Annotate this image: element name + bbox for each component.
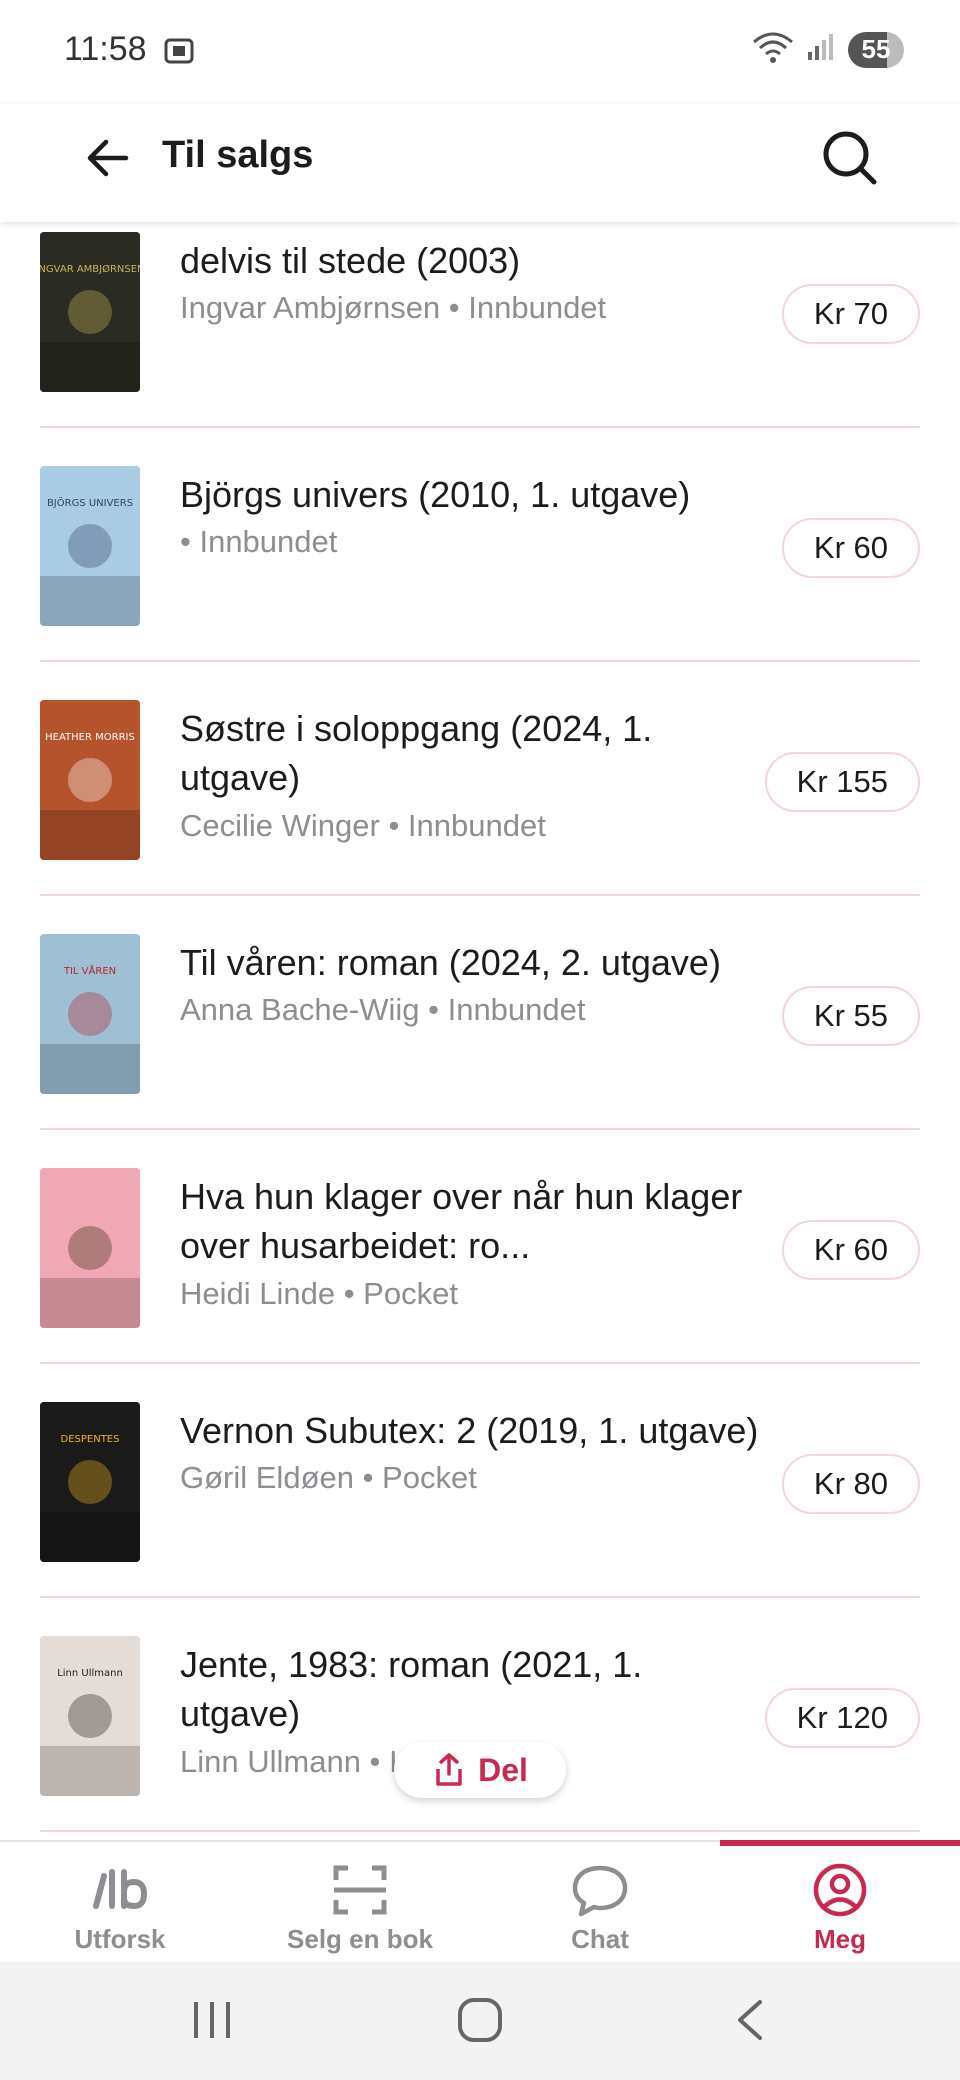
listing-title: Søstre i soloppgang (2024, 1. utgave) — [180, 708, 653, 798]
book-cover-image: DESPENTES — [40, 1402, 140, 1562]
book-cover-image: HEATHER MORRIS — [40, 700, 140, 860]
listing-title: Björgs univers (2010, 1. utgave) — [180, 474, 691, 515]
battery-indicator: 55 — [848, 31, 904, 68]
app-bar: Til salgs — [0, 104, 960, 222]
signal-icon — [806, 32, 836, 67]
arrow-left-icon — [87, 139, 129, 177]
price-badge: Kr 60 — [781, 1220, 920, 1280]
listing-title: Vernon Subutex: 2 (2019, 1. utgave) — [180, 1410, 759, 1451]
listing-row[interactable]: INGVAR AMBJØRNSEN delvis til stede (2003)… — [40, 222, 920, 428]
book-cover-image — [40, 1168, 140, 1328]
status-bar: 11:58 55 — [0, 0, 960, 104]
nav-label: Meg — [814, 1924, 866, 1954]
profile-icon — [813, 1863, 867, 1917]
svg-text:HEATHER MORRIS: HEATHER MORRIS — [45, 732, 135, 743]
screenshot-icon — [162, 34, 196, 73]
listing-row[interactable]: HEATHER MORRIS Søstre i soloppgang (2024,… — [40, 662, 920, 896]
listing-meta: Gøril Eldøen • Pocket — [180, 1460, 477, 1495]
svg-text:INGVAR AMBJØRNSEN: INGVAR AMBJØRNSEN — [40, 263, 140, 275]
utforsk-logo-icon — [93, 1869, 148, 1910]
price-badge: Kr 120 — [764, 1688, 920, 1748]
home-icon[interactable] — [456, 1996, 504, 2044]
book-cover-image: BJÖRGS UNIVERS — [40, 466, 140, 626]
active-tab-indicator — [720, 1840, 960, 1846]
listing-title: Hva hun klager over når hun klager over … — [180, 1176, 743, 1266]
listing-row[interactable]: TIL VÅREN Til våren: roman (2024, 2. utga… — [40, 896, 920, 1130]
svg-text:TIL VÅREN: TIL VÅREN — [63, 964, 116, 977]
back-button[interactable] — [80, 128, 140, 188]
svg-text:DESPENTES: DESPENTES — [61, 1434, 120, 1445]
recent-apps-icon[interactable] — [190, 1996, 234, 2044]
share-button[interactable]: Del — [394, 1742, 566, 1798]
nav-chat[interactable]: Chat — [480, 1842, 720, 1964]
book-cover-image: TIL VÅREN — [40, 934, 140, 1094]
system-navigation — [0, 1962, 960, 2080]
wifi-icon — [752, 30, 794, 69]
listing-title: Til våren: roman (2024, 2. utgave) — [180, 942, 721, 983]
share-label: Del — [478, 1751, 528, 1788]
chat-bubble-icon — [572, 1865, 628, 1917]
listing-list[interactable]: INGVAR AMBJØRNSEN delvis til stede (2003)… — [0, 222, 960, 1842]
price-badge: Kr 55 — [781, 986, 920, 1046]
search-icon — [823, 131, 877, 185]
search-button[interactable] — [818, 126, 882, 190]
listing-meta: Ingvar Ambjørnsen • Innbundet — [180, 290, 607, 325]
book-cover-image: Linn Ullmann — [40, 1636, 140, 1796]
status-icons: 55 — [752, 30, 904, 69]
nav-label: Utforsk — [74, 1924, 166, 1954]
listing-title: delvis til stede (2003) — [180, 240, 521, 281]
svg-text:Linn Ullmann: Linn Ullmann — [57, 1668, 123, 1679]
book-cover-image: INGVAR AMBJØRNSEN — [40, 232, 140, 392]
listing-title: Jente, 1983: roman (2021, 1. utgave) — [180, 1644, 643, 1734]
listing-meta: Cecilie Winger • Innbundet — [180, 808, 546, 843]
price-badge: Kr 80 — [781, 1454, 920, 1514]
nav-label: Selg en bok — [287, 1924, 433, 1954]
svg-text:BJÖRGS UNIVERS: BJÖRGS UNIVERS — [47, 496, 133, 509]
listing-meta: Anna Bache-Wiig • Innbundet — [180, 992, 586, 1027]
listing-row[interactable]: DESPENTES Vernon Subutex: 2 (2019, 1. utg… — [40, 1364, 920, 1598]
listing-meta: • Innbundet — [180, 524, 338, 559]
price-badge: Kr 155 — [764, 752, 920, 812]
bottom-navigation: Utforsk Selg en bok Chat Meg — [0, 1840, 960, 1964]
nav-utforsk[interactable]: Utforsk — [0, 1842, 240, 1964]
nav-meg[interactable]: Meg — [720, 1840, 960, 1964]
price-badge: Kr 60 — [781, 518, 920, 578]
status-time: 11:58 — [64, 30, 147, 68]
share-icon — [436, 1753, 462, 1786]
listing-meta: Heidi Linde • Pocket — [180, 1276, 458, 1311]
nav-label: Chat — [571, 1924, 629, 1954]
system-back-icon[interactable] — [730, 1996, 770, 2044]
page-title: Til salgs — [162, 134, 314, 176]
listing-row[interactable]: Hva hun klager over når hun klager over … — [40, 1130, 920, 1364]
price-badge: Kr 70 — [781, 284, 920, 344]
scan-icon — [333, 1865, 387, 1915]
nav-selg-en-bok[interactable]: Selg en bok — [240, 1842, 480, 1964]
listing-row[interactable]: BJÖRGS UNIVERS Björgs univers (2010, 1. u… — [40, 428, 920, 662]
